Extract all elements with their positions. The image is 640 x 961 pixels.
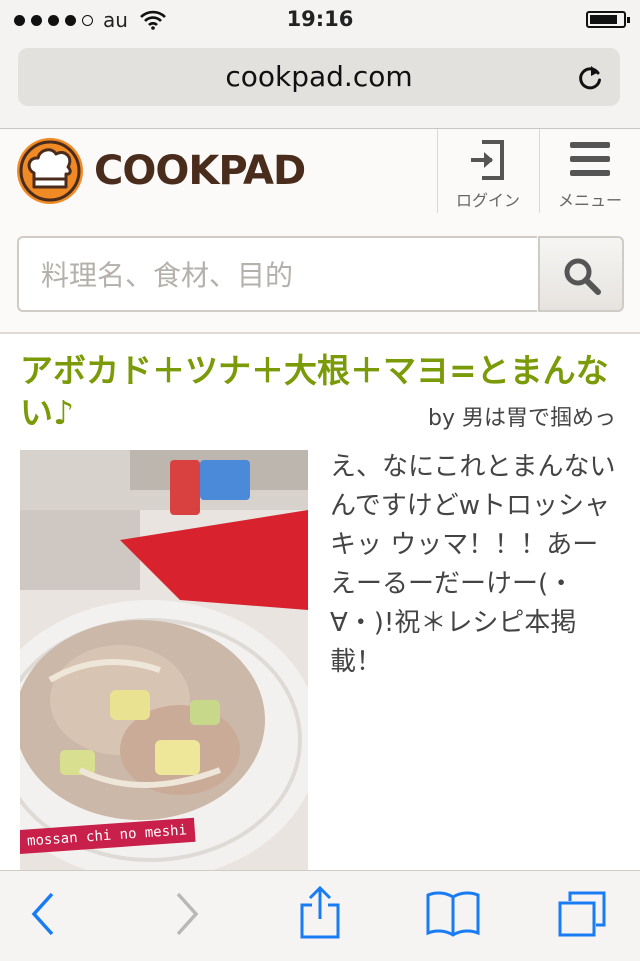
login-label: ログイン — [455, 191, 520, 210]
back-icon[interactable] — [28, 889, 58, 939]
bookmarks-icon[interactable] — [425, 889, 481, 939]
recipe-photo[interactable]: mossan chi no meshi — [20, 450, 308, 870]
url-text: cookpad.com — [225, 60, 413, 93]
search-area — [0, 214, 640, 334]
browser-url-area: cookpad.com — [0, 40, 640, 129]
search-input[interactable] — [39, 238, 523, 312]
cookpad-logo[interactable]: COOKPAD — [16, 137, 306, 205]
search-box — [17, 236, 537, 312]
chef-hat-icon — [17, 138, 83, 204]
menu-label: メニュー — [557, 191, 622, 210]
status-time: 19:16 — [286, 7, 354, 31]
hamburger-icon — [570, 142, 610, 176]
recipe-description: え、なにこれとまんないんですけどwトロッシャキッ ウッマ！！！あーえーるーだーけ… — [330, 452, 616, 677]
login-button[interactable]: ログイン — [437, 129, 538, 213]
forward-icon[interactable] — [172, 889, 202, 939]
recipe-author[interactable]: by 男は胃で掴めっ — [428, 400, 616, 432]
battery-icon — [586, 11, 630, 28]
recipe-photo-image — [20, 450, 308, 870]
tabs-icon[interactable] — [556, 889, 608, 939]
browser-toolbar — [0, 870, 640, 961]
reload-icon[interactable] — [576, 62, 604, 92]
address-bar[interactable]: cookpad.com — [18, 48, 620, 106]
search-button[interactable] — [538, 236, 624, 312]
site-header: COOKPAD ログイン メニュー — [0, 129, 640, 214]
logo-text: COOKPAD — [94, 148, 306, 194]
share-icon[interactable] — [298, 885, 342, 941]
menu-button[interactable]: メニュー — [539, 129, 640, 213]
search-icon — [564, 258, 601, 295]
battery-level — [590, 15, 617, 24]
login-icon — [471, 140, 504, 180]
status-bar: au 19:16 — [0, 0, 640, 40]
